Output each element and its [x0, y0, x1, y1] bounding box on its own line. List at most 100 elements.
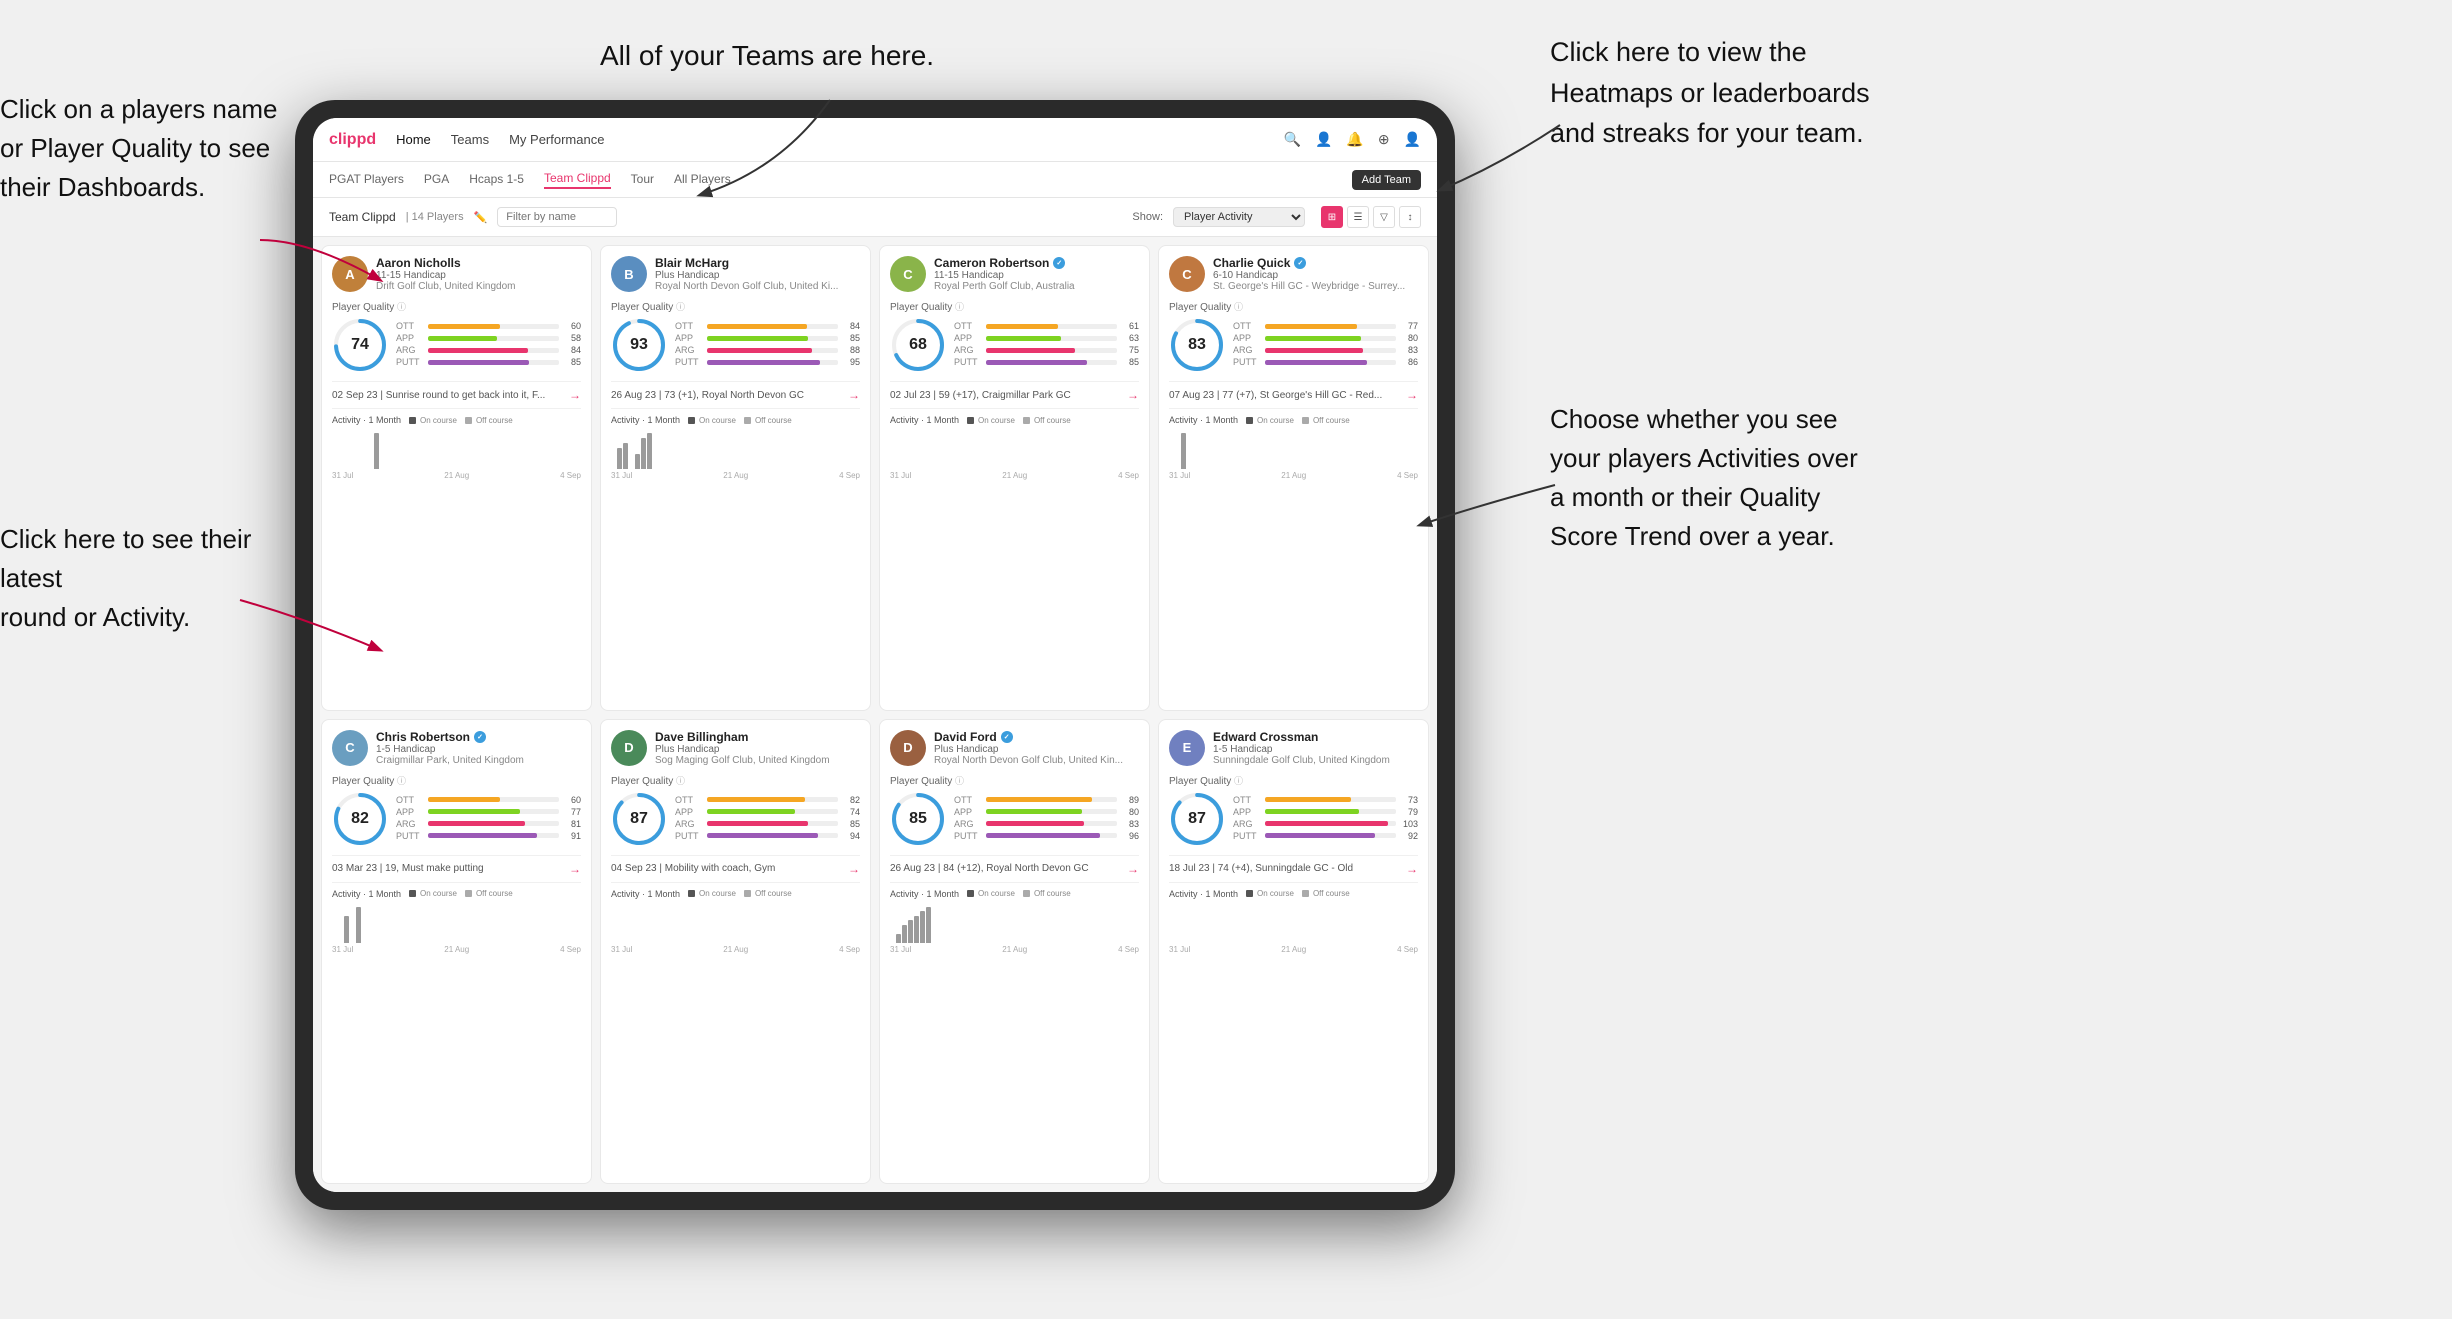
verified-badge: ✓ [1053, 257, 1065, 269]
quality-number: 82 [351, 810, 369, 828]
player-card[interactable]: A Aaron Nicholls 11-15 Handicap Drift Go… [321, 245, 592, 711]
stat-row: PUTT 85 [954, 357, 1139, 367]
quality-circle[interactable]: 82 [332, 791, 388, 847]
quality-circle[interactable]: 85 [890, 791, 946, 847]
latest-round[interactable]: 26 Aug 23 | 73 (+1), Royal North Devon G… [611, 381, 860, 402]
activity-period-label: Activity · 1 Month [611, 415, 680, 425]
stat-bar-container [707, 821, 838, 826]
stat-bar [986, 324, 1058, 329]
stat-row: APP 77 [396, 807, 581, 817]
stat-bar [986, 809, 1082, 814]
stat-bar-container [428, 348, 559, 353]
quality-number: 87 [1188, 810, 1206, 828]
nav-logo[interactable]: clippd [329, 131, 376, 149]
latest-round[interactable]: 04 Sep 23 | Mobility with coach, Gym → [611, 855, 860, 876]
player-name[interactable]: Blair McHarg [655, 256, 860, 270]
stat-bar-container [428, 324, 559, 329]
quality-circle[interactable]: 68 [890, 317, 946, 373]
tab-team-clippd[interactable]: Team Clippd [544, 171, 611, 189]
round-arrow: → [1406, 862, 1418, 876]
stat-label: OTT [396, 795, 424, 805]
tab-all-players[interactable]: All Players [674, 172, 731, 188]
quality-section: 68 OTT 61 APP 63 ARG 75 PUTT 85 [890, 317, 1139, 373]
latest-round[interactable]: 07 Aug 23 | 77 (+7), St George's Hill GC… [1169, 381, 1418, 402]
stat-bar [428, 809, 520, 814]
tab-hcaps[interactable]: Hcaps 1-5 [469, 172, 524, 188]
stat-bar-container [707, 833, 838, 838]
player-avatar[interactable]: B [611, 256, 647, 292]
stat-bar [986, 360, 1087, 365]
player-avatar[interactable]: C [890, 256, 926, 292]
quality-circle[interactable]: 93 [611, 317, 667, 373]
stat-bar [1265, 821, 1388, 826]
latest-round[interactable]: 26 Aug 23 | 84 (+12), Royal North Devon … [890, 855, 1139, 876]
stat-value: 79 [1400, 807, 1418, 817]
grid-view-button[interactable]: ⊞ [1321, 206, 1343, 228]
player-club: Royal Perth Golf Club, Australia [934, 281, 1139, 292]
player-name[interactable]: Chris Robertson ✓ [376, 730, 581, 744]
player-avatar[interactable]: A [332, 256, 368, 292]
activity-bar [617, 448, 622, 469]
nav-item-home[interactable]: Home [396, 132, 431, 147]
edit-icon[interactable]: ✏️ [474, 211, 488, 224]
player-name[interactable]: Aaron Nicholls [376, 256, 581, 270]
activity-header: Activity · 1 Month On course Off course [332, 889, 581, 899]
quality-circle[interactable]: 83 [1169, 317, 1225, 373]
player-avatar[interactable]: E [1169, 730, 1205, 766]
player-name[interactable]: Edward Crossman [1213, 730, 1418, 744]
stat-row: ARG 84 [396, 345, 581, 355]
quality-circle[interactable]: 87 [611, 791, 667, 847]
player-avatar[interactable]: C [1169, 256, 1205, 292]
player-card[interactable]: C Charlie Quick ✓ 6-10 Handicap St. Geor… [1158, 245, 1429, 711]
search-icon[interactable]: 🔍 [1284, 131, 1301, 148]
sort-view-button[interactable]: ↕ [1399, 206, 1421, 228]
activity-dates: 31 Jul 21 Aug 4 Sep [611, 471, 860, 480]
stat-row: PUTT 92 [1233, 831, 1418, 841]
activity-dates: 31 Jul 21 Aug 4 Sep [611, 945, 860, 954]
player-card[interactable]: B Blair McHarg Plus Handicap Royal North… [600, 245, 871, 711]
player-avatar[interactable]: D [890, 730, 926, 766]
stat-bar [707, 821, 808, 826]
filter-input[interactable] [497, 207, 617, 227]
latest-round[interactable]: 18 Jul 23 | 74 (+4), Sunningdale GC - Ol… [1169, 855, 1418, 876]
player-card[interactable]: C Cameron Robertson ✓ 11-15 Handicap Roy… [879, 245, 1150, 711]
nav-item-teams[interactable]: Teams [451, 132, 489, 147]
notification-icon[interactable]: 🔔 [1346, 131, 1363, 148]
settings-icon[interactable]: ⊕ [1378, 131, 1390, 148]
player-club: Craigmillar Park, United Kingdom [376, 755, 581, 766]
player-avatar[interactable]: C [332, 730, 368, 766]
tab-tour[interactable]: Tour [631, 172, 654, 188]
quality-circle[interactable]: 87 [1169, 791, 1225, 847]
player-name[interactable]: Cameron Robertson ✓ [934, 256, 1139, 270]
filter-view-button[interactable]: ▽ [1373, 206, 1395, 228]
round-arrow: → [848, 388, 860, 402]
player-card[interactable]: D David Ford ✓ Plus Handicap Royal North… [879, 719, 1150, 1185]
latest-round[interactable]: 02 Sep 23 | Sunrise round to get back in… [332, 381, 581, 402]
stat-value: 95 [842, 357, 860, 367]
stat-label: ARG [954, 819, 982, 829]
player-name[interactable]: Charlie Quick ✓ [1213, 256, 1418, 270]
user-avatar-icon[interactable]: 👤 [1404, 131, 1421, 148]
tab-pgat[interactable]: PGAT Players [329, 172, 404, 188]
player-card[interactable]: C Chris Robertson ✓ 1-5 Handicap Craigmi… [321, 719, 592, 1185]
tab-pga[interactable]: PGA [424, 172, 449, 188]
player-card[interactable]: E Edward Crossman 1-5 Handicap Sunningda… [1158, 719, 1429, 1185]
latest-round[interactable]: 03 Mar 23 | 19, Must make putting → [332, 855, 581, 876]
player-card[interactable]: D Dave Billingham Plus Handicap Sog Magi… [600, 719, 871, 1185]
player-name[interactable]: David Ford ✓ [934, 730, 1139, 744]
quality-circle[interactable]: 74 [332, 317, 388, 373]
profile-icon[interactable]: 👤 [1315, 131, 1332, 148]
player-name[interactable]: Dave Billingham [655, 730, 860, 744]
stat-value: 91 [563, 831, 581, 841]
latest-round[interactable]: 02 Jul 23 | 59 (+17), Craigmillar Park G… [890, 381, 1139, 402]
stats-rows: OTT 61 APP 63 ARG 75 PUTT 85 [954, 321, 1139, 369]
latest-round-text: 04 Sep 23 | Mobility with coach, Gym [611, 863, 775, 874]
nav-item-my-performance[interactable]: My Performance [509, 132, 604, 147]
stats-rows: OTT 77 APP 80 ARG 83 PUTT 86 [1233, 321, 1418, 369]
stat-row: ARG 85 [675, 819, 860, 829]
player-avatar[interactable]: D [611, 730, 647, 766]
add-team-button[interactable]: Add Team [1352, 170, 1421, 190]
stat-row: PUTT 86 [1233, 357, 1418, 367]
list-view-button[interactable]: ☰ [1347, 206, 1369, 228]
show-select[interactable]: Player Activity Quality Score Trend [1173, 207, 1305, 227]
